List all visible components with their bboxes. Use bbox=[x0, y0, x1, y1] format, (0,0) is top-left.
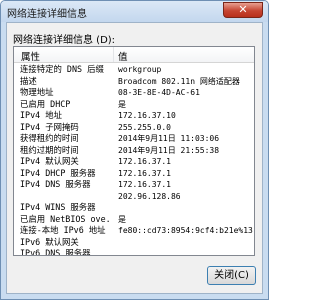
value-cell: 08-3E-8E-4D-AC-61 bbox=[118, 88, 200, 97]
property-cell: IPv6 DNS 服务器 bbox=[20, 248, 91, 256]
value-cell: fe80::cd73:8954:9cf4:b21e%13 bbox=[118, 226, 253, 235]
value-cell: 2014年9月11日 11:03:06 bbox=[118, 134, 220, 143]
list-item[interactable]: 连接特定的 DNS 后缀 workgroup bbox=[14, 64, 254, 76]
value-cell: 172.16.37.1 bbox=[118, 157, 171, 166]
list-item[interactable]: IPv4 子网掩码 255.255.0.0 bbox=[14, 122, 254, 134]
dialog-body: 网络连接详细信息 (D): 属性 值 连接特定的 DNS 后缀 workgroup… bbox=[6, 22, 263, 294]
title-bar[interactable]: 网络连接详细信息 ✕ bbox=[1, 1, 268, 22]
list-item[interactable]: 已启用 NetBIOS ove... 是 bbox=[14, 214, 254, 226]
property-cell: 描述 bbox=[20, 75, 37, 86]
list-header: 属性 值 bbox=[14, 47, 254, 63]
list-item[interactable]: 获得租约的时间 2014年9月11日 11:03:06 bbox=[14, 133, 254, 145]
property-cell: IPv4 地址 bbox=[20, 110, 62, 120]
property-cell: IPv6 默认网关 bbox=[20, 236, 79, 247]
list-item[interactable]: 描述 Broadcom 802.11n 网络适配器 bbox=[14, 76, 254, 88]
property-cell: IPv4 默认网关 bbox=[20, 156, 79, 166]
column-header-property[interactable]: 属性 bbox=[21, 49, 40, 63]
property-cell: IPv4 DHCP 服务器 bbox=[20, 167, 96, 178]
value-cell: 255.255.0.0 bbox=[118, 122, 171, 132]
list-item[interactable]: 已启用 DHCP 是 bbox=[14, 99, 254, 111]
list-item[interactable]: 物理地址 08-3E-8E-4D-AC-61 bbox=[14, 87, 254, 99]
window-title: 网络连接详细信息 bbox=[7, 9, 87, 20]
value-cell: 172.16.37.1 bbox=[118, 180, 171, 189]
list-rows: 连接特定的 DNS 后缀 workgroup 描述 Broadcom 802.11n … bbox=[14, 64, 254, 256]
value-cell: 172.16.37.1 bbox=[118, 168, 171, 178]
property-cell: 已启用 DHCP bbox=[20, 98, 71, 109]
property-cell: IPv4 DNS 服务器 bbox=[20, 179, 91, 189]
value-cell: workgroup bbox=[118, 65, 162, 74]
property-cell: 连接-本地 IPv6 地址 bbox=[20, 225, 106, 235]
column-header-value[interactable]: 值 bbox=[118, 49, 128, 63]
list-item[interactable]: IPv6 DNS 服务器 bbox=[14, 248, 254, 256]
property-cell: 物理地址 bbox=[20, 87, 54, 97]
list-item[interactable]: IPv4 默认网关 172.16.37.1 bbox=[14, 156, 254, 168]
close-icon[interactable]: ✕ bbox=[223, 2, 263, 18]
column-divider[interactable] bbox=[113, 47, 114, 62]
property-cell: 租约过期的时间 bbox=[20, 144, 79, 155]
list-item[interactable]: IPv4 DNS 服务器 172.16.37.1 bbox=[14, 179, 254, 191]
list-item[interactable]: 租约过期的时间 2014年9月11日 21:55:38 bbox=[14, 145, 254, 157]
list-item[interactable]: 202.96.128.86 bbox=[14, 191, 254, 203]
list-item[interactable]: IPv6 默认网关 bbox=[14, 237, 254, 249]
list-item[interactable]: IPv4 WINS 服务器 bbox=[14, 202, 254, 214]
list-item[interactable]: IPv4 地址 172.16.37.10 bbox=[14, 110, 254, 122]
value-cell: 2014年9月11日 21:55:38 bbox=[118, 145, 220, 155]
value-cell: 202.96.128.86 bbox=[118, 191, 181, 201]
property-cell: 已启用 NetBIOS ove... bbox=[20, 213, 112, 224]
property-cell: IPv4 WINS 服务器 bbox=[20, 202, 96, 212]
property-cell: 获得租约的时间 bbox=[20, 133, 79, 143]
property-cell: 连接特定的 DNS 后缀 bbox=[20, 64, 104, 74]
value-cell: Broadcom 802.11n 网络适配器 bbox=[118, 76, 240, 86]
network-connection-details-window: 网络连接详细信息 ✕ 网络连接详细信息 (D): 属性 值 连接特定的 DNS … bbox=[0, 0, 269, 300]
value-cell: 172.16.37.10 bbox=[118, 111, 176, 120]
details-list[interactable]: 属性 值 连接特定的 DNS 后缀 workgroup 描述 Broadcom 802… bbox=[13, 46, 255, 256]
details-label: 网络连接详细信息 (D): bbox=[13, 35, 116, 46]
value-cell: 是 bbox=[118, 214, 126, 224]
value-cell: 是 bbox=[118, 99, 126, 109]
list-item[interactable]: 连接-本地 IPv6 地址 fe80::cd73:8954:9cf4:b21e%1… bbox=[14, 225, 254, 237]
list-item[interactable]: IPv4 DHCP 服务器 172.16.37.1 bbox=[14, 168, 254, 180]
property-cell: IPv4 子网掩码 bbox=[20, 121, 79, 132]
close-button[interactable]: 关闭(C) bbox=[207, 266, 256, 285]
